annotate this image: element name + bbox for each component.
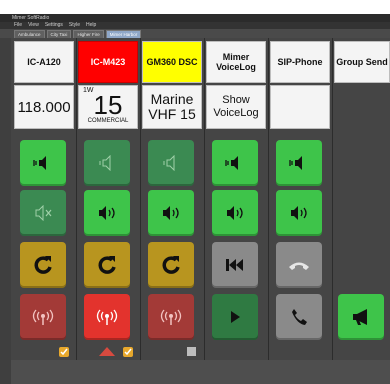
rewind-icon xyxy=(226,259,243,271)
select-checkbox[interactable] xyxy=(59,347,69,357)
header-line: Mimer xyxy=(222,52,250,62)
refresh-button[interactable] xyxy=(148,242,194,288)
menu-settings[interactable]: Settings xyxy=(45,22,63,29)
volume-icon xyxy=(163,206,179,220)
refresh-icon xyxy=(34,256,52,274)
column-separator xyxy=(268,38,269,360)
header-line: VoiceLog xyxy=(216,62,256,72)
rewind-button[interactable] xyxy=(212,242,258,288)
status-bar xyxy=(11,360,390,384)
column-header-ic-m423[interactable]: IC-M423 xyxy=(78,41,138,83)
refresh-icon xyxy=(98,256,116,274)
channel-caption: COMMERCIAL xyxy=(87,118,129,124)
refresh-button[interactable] xyxy=(20,242,66,288)
volume-icon xyxy=(99,206,115,220)
column-separator xyxy=(332,38,333,360)
display-line: VoiceLog xyxy=(213,107,259,119)
volume-button[interactable] xyxy=(20,190,66,236)
speaker-button[interactable] xyxy=(148,140,194,186)
column-header-mimer-voicelog[interactable]: Mimer VoiceLog xyxy=(206,41,266,83)
transmit-button[interactable] xyxy=(148,294,194,340)
select-checkbox[interactable] xyxy=(187,347,196,356)
empty-display xyxy=(270,85,330,129)
column-separator xyxy=(76,38,77,360)
speaker-on-icon xyxy=(289,156,302,170)
volume-button[interactable] xyxy=(212,190,258,236)
display-line: VHF 15 xyxy=(148,106,196,122)
select-checkbox[interactable] xyxy=(123,347,133,357)
volume-icon xyxy=(291,206,307,220)
menu-help[interactable]: Help xyxy=(86,22,96,29)
menu-view[interactable]: View xyxy=(28,22,39,29)
speaker-muted-icon xyxy=(99,155,111,171)
hangup-button[interactable] xyxy=(276,242,322,288)
column-separator xyxy=(204,38,205,360)
call-button[interactable] xyxy=(276,294,322,340)
tab-bar: Ambulance City Taxi Higher Fire Mimer Ha… xyxy=(0,29,390,39)
radio-transmit-icon xyxy=(32,309,54,325)
channel-display: 1W 15 COMMERCIAL xyxy=(78,85,138,129)
frequency-display: 118.000 xyxy=(14,85,74,129)
column-header-ic-a120[interactable]: IC-A120 xyxy=(14,41,74,83)
play-icon xyxy=(231,311,240,323)
display-line: Marine xyxy=(150,91,194,107)
transmit-button[interactable] xyxy=(84,294,130,340)
hangup-icon xyxy=(289,262,309,270)
phone-icon xyxy=(292,309,307,325)
transmit-button[interactable] xyxy=(20,294,66,340)
volume-button[interactable] xyxy=(84,190,130,236)
volume-icon xyxy=(227,206,243,220)
volume-button[interactable] xyxy=(148,190,194,236)
power-indicator: 1W xyxy=(83,87,94,94)
play-button[interactable] xyxy=(212,294,258,340)
speaker-on-icon xyxy=(225,156,238,170)
speaker-muted-icon xyxy=(163,155,175,171)
column-separator xyxy=(140,38,141,360)
volume-button[interactable] xyxy=(276,190,322,236)
speaker-on-icon xyxy=(33,156,46,170)
megaphone-icon xyxy=(353,309,367,325)
speaker-button[interactable] xyxy=(212,140,258,186)
speaker-button[interactable] xyxy=(20,140,66,186)
refresh-button[interactable] xyxy=(84,242,130,288)
display-line: Show xyxy=(222,94,250,106)
radio-transmit-icon xyxy=(96,309,118,325)
menu-bar: File View Settings Style Help xyxy=(0,22,390,29)
radio-transmit-icon xyxy=(160,309,182,325)
column-header-gm360-dsc[interactable]: GM360 DSC xyxy=(142,41,202,83)
check-icon xyxy=(124,348,132,356)
transmitting-indicator xyxy=(99,347,115,356)
speaker-muted-icon xyxy=(35,205,52,221)
column-header-sip-phone[interactable]: SIP-Phone xyxy=(270,41,330,83)
column-header-group-send[interactable]: Group Send xyxy=(334,41,390,83)
refresh-icon xyxy=(162,256,180,274)
menu-style[interactable]: Style xyxy=(69,22,80,29)
speaker-button[interactable] xyxy=(276,140,322,186)
check-icon xyxy=(60,348,68,356)
channel-name-display: Marine VHF 15 xyxy=(142,85,202,129)
menu-file[interactable]: File xyxy=(14,22,22,29)
speaker-button[interactable] xyxy=(84,140,130,186)
window-title: Mimer SoftRadio xyxy=(0,14,390,22)
group-send-button[interactable] xyxy=(338,294,384,340)
show-voicelog-button[interactable]: Show VoiceLog xyxy=(206,85,266,129)
channel-number: 15 xyxy=(93,90,123,120)
